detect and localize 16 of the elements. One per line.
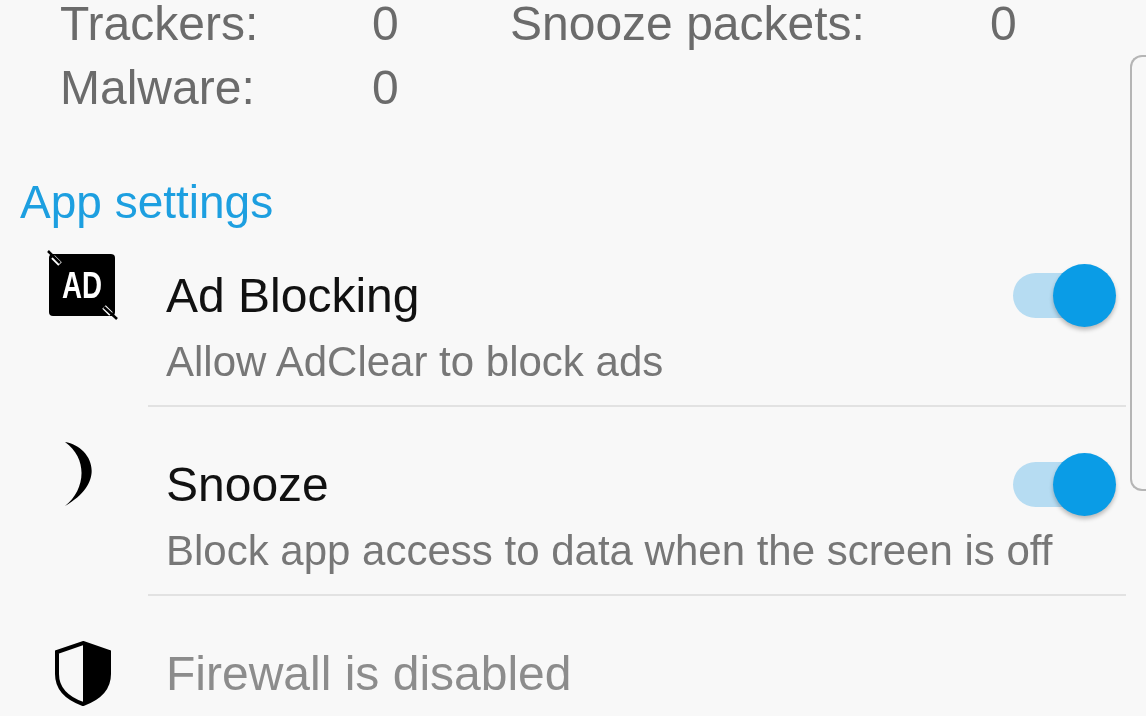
toggle-switch[interactable] bbox=[1013, 453, 1116, 516]
edge-panel-handle[interactable] bbox=[1130, 55, 1146, 491]
setting-title: Snooze bbox=[166, 456, 329, 513]
section-header: App settings bbox=[20, 175, 274, 230]
stat-label: Malware: bbox=[60, 64, 256, 112]
setting-title: Ad Blocking bbox=[166, 267, 420, 324]
stat-value: 0 bbox=[990, 0, 1018, 48]
stat-value: 0 bbox=[372, 64, 400, 112]
stat-label: Trackers: bbox=[60, 0, 260, 48]
stat-value: 0 bbox=[372, 0, 400, 48]
setting-title: Firewall is disabled bbox=[166, 645, 572, 702]
shield-icon bbox=[52, 640, 113, 706]
setting-description: Allow AdClear to block ads bbox=[166, 337, 664, 387]
toggle-switch[interactable] bbox=[1013, 264, 1116, 327]
stat-label: Snooze packets: bbox=[510, 0, 866, 48]
setting-description: Block app access to data when the screen is off bbox=[166, 526, 1053, 576]
